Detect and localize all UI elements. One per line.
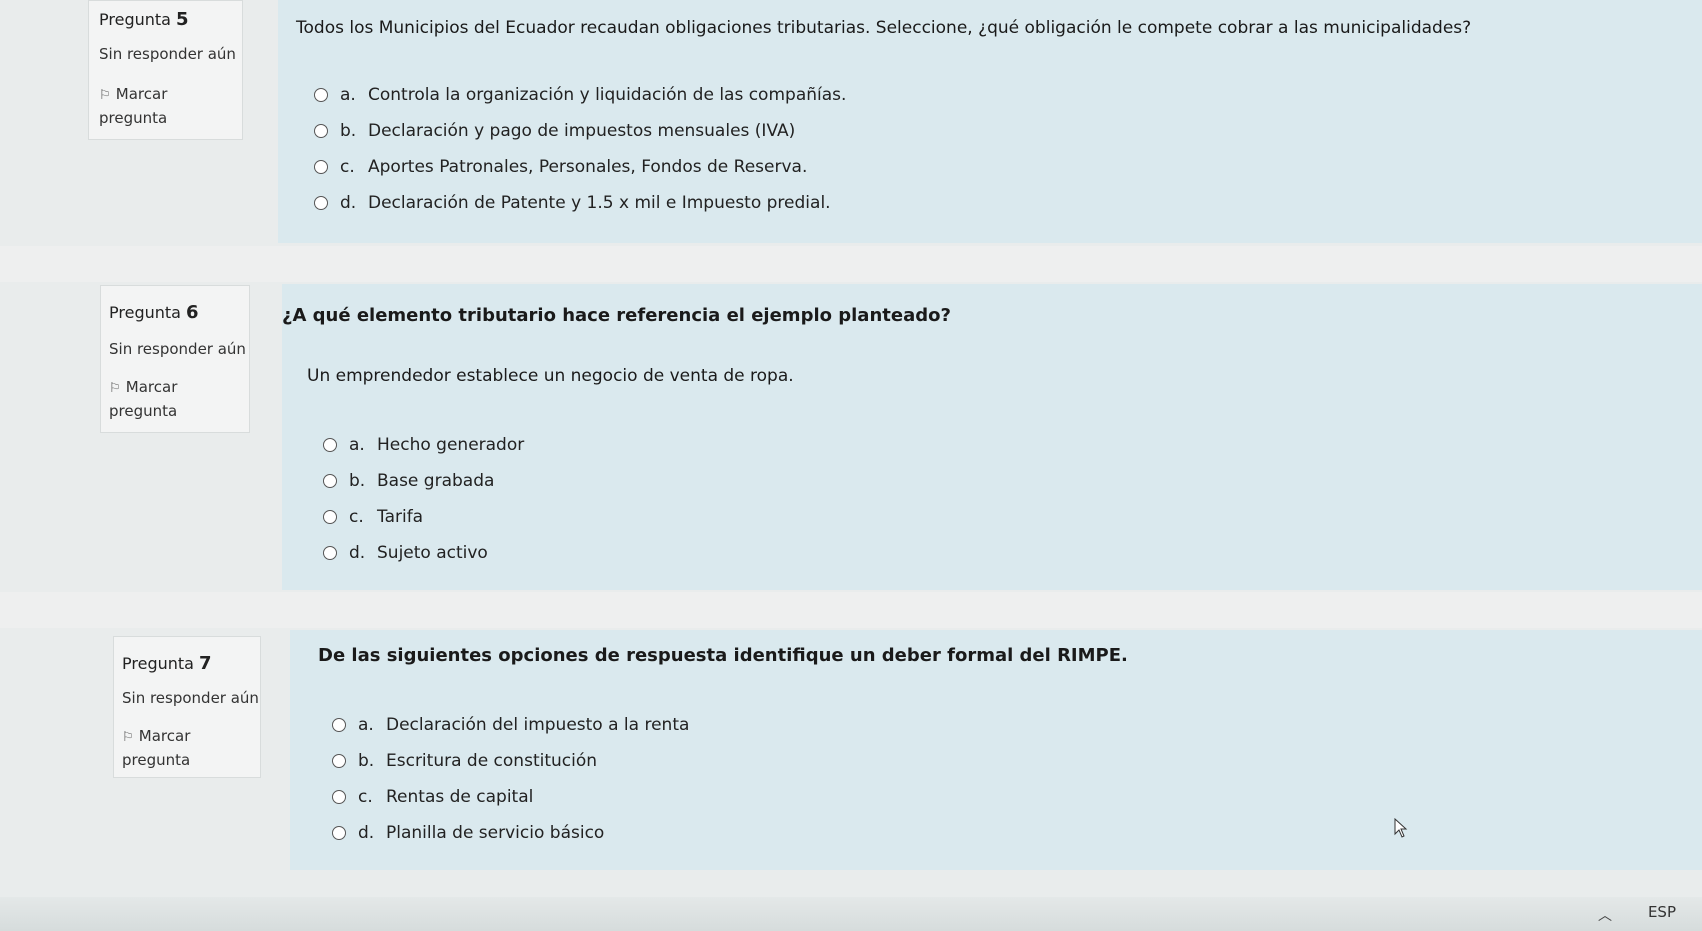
radio-button[interactable]: [323, 438, 337, 452]
radio-button[interactable]: [323, 510, 337, 524]
question-separator: [0, 246, 1702, 282]
question-6-option-a[interactable]: a. Hecho generador: [323, 435, 524, 455]
radio-button[interactable]: [323, 546, 337, 560]
language-indicator[interactable]: ESP: [1648, 903, 1676, 921]
question-7-option-c[interactable]: c. Rentas de capital: [332, 787, 533, 807]
question-5-option-c[interactable]: c. Aportes Patronales, Personales, Fondo…: [314, 157, 807, 177]
question-5-option-d[interactable]: d. Declaración de Patente y 1.5 x mil e …: [314, 193, 831, 213]
question-5-info: Pregunta 5 Sin responder aún ⚐ Marcar pr…: [88, 0, 243, 140]
question-7-number: Pregunta 7: [122, 653, 212, 674]
radio-button[interactable]: [314, 196, 328, 210]
question-7-option-a[interactable]: a. Declaración del impuesto a la renta: [332, 715, 689, 735]
question-6-info: Pregunta 6 Sin responder aún ⚐ Marcar pr…: [100, 285, 250, 433]
question-5-text: Todos los Municipios del Ecuador recauda…: [296, 18, 1472, 38]
radio-button[interactable]: [314, 160, 328, 174]
question-5-option-a[interactable]: a. Controla la organización y liquidació…: [314, 85, 846, 105]
flag-icon: ⚐: [109, 381, 121, 396]
question-6-text: ¿A qué elemento tributario hace referenc…: [282, 305, 951, 326]
question-5-state: Sin responder aún: [99, 45, 236, 63]
radio-button[interactable]: [332, 718, 346, 732]
question-6-number: Pregunta 6: [109, 302, 199, 323]
radio-button[interactable]: [314, 124, 328, 138]
question-6-option-d[interactable]: d. Sujeto activo: [323, 543, 488, 563]
flag-icon: ⚐: [122, 730, 134, 745]
question-6-flag-button[interactable]: ⚐ Marcar pregunta: [109, 376, 177, 422]
question-7-option-d[interactable]: d. Planilla de servicio básico: [332, 823, 604, 843]
question-5-option-b[interactable]: b. Declaración y pago de impuestos mensu…: [314, 121, 795, 141]
chevron-up-icon[interactable]: ︿: [1598, 905, 1612, 925]
question-7-text: De las siguientes opciones de respuesta …: [318, 645, 1128, 666]
taskbar: [0, 897, 1702, 931]
question-7-info: Pregunta 7 Sin responder aún ⚐ Marcar pr…: [113, 636, 261, 778]
mouse-cursor-icon: [1394, 818, 1408, 838]
question-5-number: Pregunta 5: [99, 9, 189, 30]
radio-button[interactable]: [314, 88, 328, 102]
flag-icon: ⚐: [99, 88, 111, 103]
question-7-flag-button[interactable]: ⚐ Marcar pregunta: [122, 725, 190, 771]
radio-button[interactable]: [323, 474, 337, 488]
question-separator: [0, 592, 1702, 628]
question-7-state: Sin responder aún: [122, 689, 259, 707]
question-5-flag-button[interactable]: ⚐ Marcar pregunta: [99, 83, 167, 129]
radio-button[interactable]: [332, 826, 346, 840]
question-6-option-c[interactable]: c. Tarifa: [323, 507, 423, 527]
radio-button[interactable]: [332, 754, 346, 768]
question-6-example: Un emprendedor establece un negocio de v…: [307, 366, 794, 386]
question-7-option-b[interactable]: b. Escritura de constitución: [332, 751, 597, 771]
question-6-state: Sin responder aún: [109, 340, 246, 358]
question-6-option-b[interactable]: b. Base grabada: [323, 471, 494, 491]
radio-button[interactable]: [332, 790, 346, 804]
